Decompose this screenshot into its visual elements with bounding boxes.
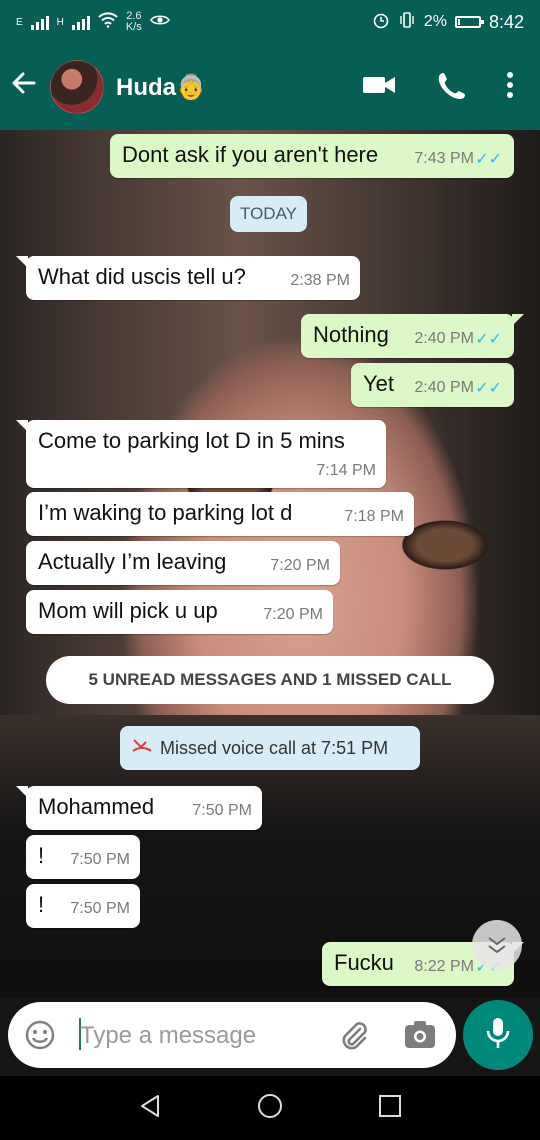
- message-time: 2:40 PM: [414, 379, 474, 396]
- message-text: Yet: [363, 371, 395, 396]
- message-input-placeholder[interactable]: Type a message: [80, 1022, 256, 1050]
- message-time: 2:38 PM: [290, 272, 350, 289]
- more-options-icon[interactable]: [506, 71, 514, 103]
- wifi-icon: [98, 11, 118, 33]
- status-right: 2% 8:42: [372, 11, 524, 34]
- battery-percent: 2%: [423, 13, 447, 30]
- network-speed-unit: K/s: [125, 21, 142, 33]
- message-time: 7:20 PM: [270, 557, 330, 574]
- system-nav-bar: [0, 1076, 540, 1140]
- message-bubble-incoming[interactable]: I’m waking to parking lot d 7:18 PM: [26, 492, 414, 536]
- signal-icon: [30, 14, 49, 30]
- message-time: 7:50 PM: [192, 802, 252, 819]
- scroll-to-bottom-button[interactable]: [472, 920, 522, 970]
- message-time: 7:50 PM: [70, 900, 130, 917]
- message-text: Nothing: [313, 322, 389, 347]
- attach-icon[interactable]: [338, 1020, 370, 1057]
- header-actions: [362, 70, 514, 105]
- message-time: 7:14 PM: [316, 462, 376, 479]
- message-text: Actually I’m leaving: [38, 549, 227, 574]
- message-bubble-outgoing[interactable]: Nothing 2:40 PM ✓✓: [301, 314, 524, 358]
- network-type-label-2: H: [56, 16, 64, 28]
- message-bubble-incoming[interactable]: Actually I’m leaving 7:20 PM: [26, 541, 340, 585]
- message-bubble-incoming[interactable]: Come to parking lot D in 5 mins 7:14 PM: [16, 420, 386, 488]
- message-text: Mohammed: [38, 794, 155, 819]
- home-nav-icon[interactable]: [257, 1093, 283, 1124]
- message-text: Dont ask if you aren't here: [122, 142, 379, 167]
- video-call-icon[interactable]: [362, 74, 396, 101]
- read-receipt-icon: ✓✓: [475, 331, 502, 348]
- clock: 8:42: [488, 11, 524, 32]
- message-bubble-incoming[interactable]: Mohammed 7:50 PM: [16, 786, 262, 830]
- back-nav-icon[interactable]: [138, 1093, 162, 1124]
- message-bubble-outgoing[interactable]: Yet 2:40 PM ✓✓: [351, 363, 514, 407]
- emoji-icon[interactable]: [24, 1019, 56, 1056]
- battery-icon: [454, 16, 484, 28]
- voice-message-button[interactable]: [463, 1000, 533, 1070]
- message-bubble-incoming[interactable]: ! 7:50 PM: [26, 835, 140, 879]
- message-bubble-incoming[interactable]: ! 7:50 PM: [26, 884, 140, 928]
- message-time: 7:50 PM: [70, 851, 130, 868]
- back-arrow-icon[interactable]: [10, 69, 44, 105]
- eye-comfort-icon: [149, 13, 170, 32]
- message-text: Come to parking lot D in 5 mins: [38, 428, 345, 453]
- message-text: Mom will pick u up: [38, 598, 218, 623]
- vibrate-icon: [398, 11, 416, 34]
- message-text: Fucku: [334, 950, 394, 975]
- double-chevron-down-icon: [486, 935, 508, 956]
- message-time: 8:22 PM: [414, 958, 474, 975]
- contact-name[interactable]: Huda👵: [116, 73, 362, 102]
- voice-call-icon[interactable]: [436, 70, 466, 105]
- date-chip: TODAY: [230, 196, 307, 232]
- composer-bar: Type a message: [0, 998, 540, 1076]
- microphone-icon: [485, 1016, 511, 1055]
- read-receipt-icon: ✓✓: [475, 151, 502, 168]
- message-time: 2:40 PM: [414, 330, 474, 347]
- message-time: 7:20 PM: [263, 606, 323, 623]
- read-receipt-icon: ✓✓: [475, 380, 502, 397]
- chat-header: Huda👵: [0, 44, 540, 130]
- alarm-icon: [372, 11, 390, 34]
- missed-call-text: Missed voice call at 7:51 PM: [160, 737, 389, 758]
- network-type-label: E: [16, 16, 23, 28]
- avatar[interactable]: [50, 60, 104, 114]
- unread-messages-banner: 5 UNREAD MESSAGES AND 1 MISSED CALL: [46, 656, 494, 704]
- message-bubble-incoming[interactable]: What did uscis tell u? 2:38 PM: [16, 256, 360, 300]
- signal-icon-2: [71, 14, 90, 30]
- camera-icon[interactable]: [404, 1020, 436, 1055]
- message-bubble-incoming[interactable]: Mom will pick u up 7:20 PM: [26, 590, 333, 634]
- chat-area[interactable]: Dont ask if you aren't here 7:43 PM ✓✓ T…: [0, 130, 540, 1002]
- message-text: What did uscis tell u?: [38, 264, 246, 289]
- message-time: 7:18 PM: [344, 508, 404, 525]
- message-bubble-outgoing[interactable]: Dont ask if you aren't here 7:43 PM ✓✓: [110, 134, 514, 178]
- message-time: 7:43 PM: [414, 150, 474, 167]
- recents-nav-icon[interactable]: [378, 1094, 402, 1123]
- status-left: E H 2.6 K/s: [16, 11, 170, 33]
- network-speed: 2.6 K/s: [126, 11, 142, 33]
- message-text: I’m waking to parking lot d: [38, 500, 293, 525]
- missed-call-icon: [132, 738, 152, 759]
- message-input-box[interactable]: Type a message: [8, 1002, 456, 1068]
- message-text: !: [38, 892, 45, 917]
- status-bar: E H 2.6 K/s 2% 8:42: [0, 0, 540, 44]
- message-text: !: [38, 843, 45, 868]
- missed-call-notice[interactable]: Missed voice call at 7:51 PM: [120, 726, 420, 770]
